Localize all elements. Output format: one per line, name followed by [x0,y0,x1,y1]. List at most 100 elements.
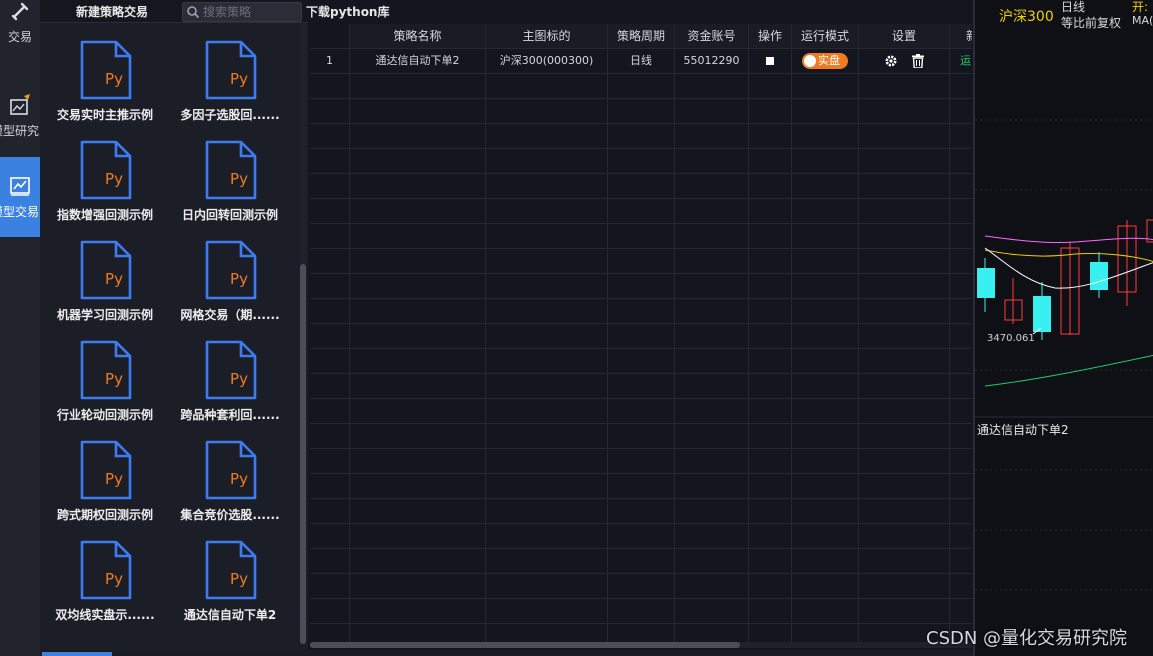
stop-button[interactable] [766,57,774,65]
python-file-icon-text: Py [230,370,248,388]
strategy-file-label: 网格交易（期...... [180,308,280,322]
python-file-icon: Py [205,340,257,400]
nav-item-trade[interactable]: 交易 [0,0,40,62]
strategy-file-tile[interactable]: Py 日内回转回测示例 [165,132,285,228]
python-file-icon-text: Py [105,70,123,88]
grid-row-line [310,623,972,624]
chart-open-label: 开: [1132,0,1149,14]
python-file-icon-text: Py [230,70,248,88]
nav-item-label: 交易 [7,29,32,44]
scroll-thumb[interactable] [310,642,740,648]
strategy-file-tile[interactable]: Py 指数增强回测示例 [40,132,160,228]
strategy-file-label: 日内回转回测示例 [181,208,278,222]
python-file-icon-text: Py [230,570,248,588]
new-strategy-button[interactable]: 新建策略交易 [76,3,148,20]
grid-row-line [310,498,972,499]
ma-line-yellow [984,249,1153,262]
toggle-label: 实盘 [818,54,840,67]
chart-symbol[interactable]: 沪深300 [999,6,1054,26]
grid-column-line [748,24,749,644]
column-header-settings[interactable]: 设置 [859,24,949,48]
download-python-lib-link[interactable]: 下载python库 [306,3,389,20]
watermark: CSDN @量化交易研究院 [926,628,1128,649]
column-header-symbol[interactable]: 主图标的 [486,24,607,48]
strategy-file-tile[interactable]: Py 跨式期权回测示例 [40,432,160,528]
candle-down [1090,262,1108,290]
strategy-file-label: 交易实时主推示例 [56,108,153,122]
live-mode-toggle[interactable]: 实盘 [802,53,848,69]
trash-icon[interactable] [911,54,924,68]
cell-account: 55012290 [683,54,740,67]
python-file-icon-text: Py [105,270,123,288]
strategy-file-label: 跨式期权回测示例 [56,508,153,522]
strategy-file-tile[interactable]: Py 双均线实盘示...... [40,532,160,628]
strategy-file-label: 双均线实盘示...... [55,608,155,622]
cell-mode: 实盘 [792,49,858,73]
python-file-icon: Py [80,440,132,500]
strategy-file-label: 行业轮动回测示例 [56,408,153,422]
strategy-file-tile[interactable]: Py 网格交易（期...... [165,232,285,328]
grid-column-line [485,24,486,644]
python-file-icon-text: Py [230,270,248,288]
grid-row-line [310,223,972,224]
strategy-file-tile[interactable]: Py 集合竞价选股...... [165,432,285,528]
strategy-file-label: 机器学习回测示例 [56,308,153,322]
python-file-icon: Py [80,540,132,600]
search-input[interactable] [203,3,297,21]
candle-down [1033,296,1051,332]
bottom-active-tab[interactable] [42,652,112,656]
strategy-file-tile[interactable]: Py 机器学习回测示例 [40,232,160,328]
nav-item-label: 模型研究 [0,123,39,138]
cell-run-status: 运 [960,54,971,67]
table-horizontal-scrollbar[interactable] [310,642,972,648]
grid-row-line [310,248,972,249]
gear-icon[interactable] [884,54,898,68]
chart-low-price-label: 3470.061 [987,333,1035,344]
grid-column-line [858,24,859,644]
kline-chart-panel: 沪深300 日线 等比前复权 开: MA(5 3470.061 通达信自动下单2 [973,0,1153,656]
grid-column-line [607,24,608,644]
grid-column-line [791,24,792,644]
strategy-table: 策略名称 主图标的 策略周期 资金账号 操作 运行模式 设置 新 1 通达信自动… [310,24,972,644]
search-icon [187,6,200,19]
grid-row-line [310,98,972,99]
grid-row-line [310,373,972,374]
strategy-file-tile[interactable]: Py 多因子选股回...... [165,32,285,128]
column-header-status[interactable]: 新 [950,24,972,48]
column-header-name[interactable]: 策略名称 [350,24,485,48]
python-file-icon: Py [80,340,132,400]
python-file-icon: Py [205,240,257,300]
chart-period[interactable]: 日线 [1061,0,1085,15]
nav-item-model-research[interactable]: 模型研究 [0,76,40,156]
cell-strategy-name: 通达信自动下单2 [375,54,460,67]
grid-row-line [310,198,972,199]
strategy-file-label: 集合竞价选股...... [180,508,280,522]
strategy-header: 新建策略交易 [40,0,308,23]
strategy-file-tile[interactable]: Py 通达信自动下单2 [165,532,285,628]
strategy-file-tile[interactable]: Py 行业轮动回测示例 [40,332,160,428]
strategy-file-label: 跨品种套利回...... [180,408,280,422]
chart-adjust-mode[interactable]: 等比前复权 [1061,14,1121,31]
strategy-file-tile[interactable]: Py 跨品种套利回...... [165,332,285,428]
kline-chart[interactable] [975,0,1153,656]
grid-row-line [310,573,972,574]
column-header-operation[interactable]: 操作 [749,24,791,48]
python-file-icon-text: Py [105,170,123,188]
python-file-icon: Py [80,240,132,300]
column-header-period[interactable]: 策略周期 [608,24,674,48]
nav-item-model-trade[interactable]: 模型交易 [0,157,40,237]
wrench-icon [11,2,29,20]
grid-row-line [310,323,972,324]
strategy-scrollbar[interactable] [300,24,306,644]
grid-row-line [310,423,972,424]
column-header-account[interactable]: 资金账号 [675,24,748,48]
ma-line-magenta [984,235,1153,244]
column-header-mode[interactable]: 运行模式 [792,24,858,48]
python-file-icon-text: Py [105,570,123,588]
search-box[interactable] [182,2,302,22]
strategy-file-tile[interactable]: Py 交易实时主推示例 [40,32,160,128]
chart-trade-icon [10,176,30,196]
chart-gridlines [975,119,1153,591]
scroll-thumb[interactable] [300,264,306,644]
grid-row-line [310,473,972,474]
